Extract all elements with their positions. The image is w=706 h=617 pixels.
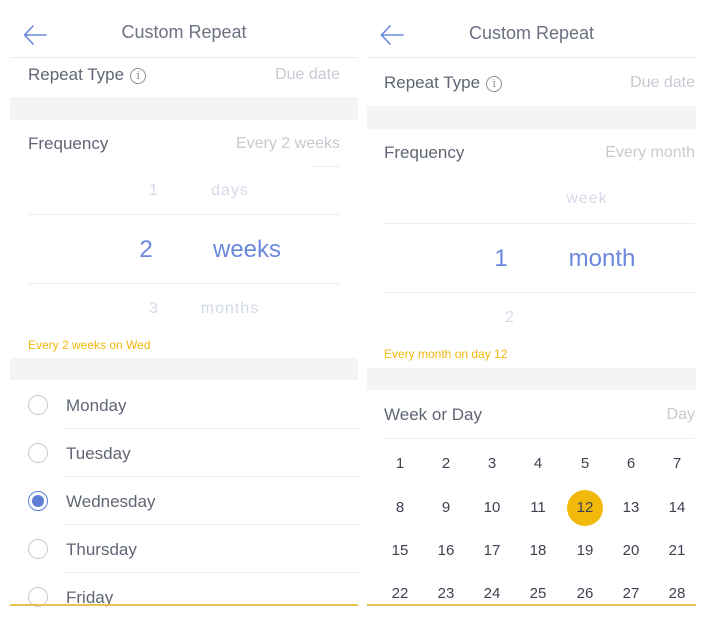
picker-unit-above[interactable]: week <box>527 190 647 208</box>
repeat-summary: Every month on day 12 <box>384 347 508 361</box>
calendar-day-selected[interactable]: 12 <box>567 490 603 526</box>
picker-unit-selected[interactable]: month <box>542 245 662 273</box>
calendar-day[interactable]: 19 <box>567 533 603 569</box>
repeat-summary: Every 2 weeks on Wed <box>28 338 151 352</box>
picker-number-below[interactable]: 2 <box>480 309 540 327</box>
calendar-day[interactable]: 9 <box>428 490 464 526</box>
calendar-day[interactable]: 1 <box>382 446 418 482</box>
weekday-label: Wednesday <box>66 492 156 511</box>
section-gap <box>367 106 696 129</box>
repeat-type-value: Due date <box>630 74 695 91</box>
monthly-repeat-panel: Custom Repeat Repeat Type i Due date Freq… <box>367 0 696 607</box>
picker-selection-bottom-line <box>384 292 695 293</box>
frequency-label: Frequency <box>384 143 465 162</box>
calendar-day[interactable]: 21 <box>659 533 695 569</box>
picker-number-selected[interactable]: 1 <box>471 245 531 273</box>
calendar-day[interactable]: 15 <box>382 533 418 569</box>
repeat-type-value: Due date <box>275 66 340 83</box>
calendar-day[interactable]: 3 <box>474 446 510 482</box>
calendar-day[interactable]: 18 <box>520 533 556 569</box>
picker-number-selected[interactable]: 2 <box>116 236 176 264</box>
repeat-type-row[interactable]: Repeat Type i Due date <box>367 58 696 106</box>
picker-unit-below[interactable]: months <box>170 300 290 318</box>
repeat-type-label-wrap: Repeat Type i <box>28 65 147 85</box>
section-gap <box>367 368 696 390</box>
weekday-option-thursday[interactable]: Thursday <box>10 525 358 573</box>
calendar-day[interactable]: 10 <box>474 490 510 526</box>
calendar-day[interactable]: 23 <box>428 576 464 607</box>
frequency-row[interactable]: Frequency Every month <box>367 129 696 175</box>
calendar-day[interactable]: 13 <box>613 490 649 526</box>
calendar-day[interactable]: 11 <box>520 490 556 526</box>
info-icon[interactable]: i <box>486 76 503 92</box>
calendar-day[interactable]: 28 <box>659 576 695 607</box>
calendar-day[interactable]: 6 <box>613 446 649 482</box>
week-or-day-label: Week or Day <box>384 405 482 424</box>
frequency-value: Every month <box>605 144 695 161</box>
calendar-day[interactable]: 8 <box>382 490 418 526</box>
picker-unit-above[interactable]: days <box>170 182 290 200</box>
calendar-day[interactable]: 25 <box>520 576 556 607</box>
calendar-day[interactable]: 22 <box>382 576 418 607</box>
radio-unchecked[interactable] <box>28 443 48 463</box>
radio-checked[interactable] <box>28 491 48 511</box>
weekday-option-tuesday[interactable]: Tuesday <box>10 429 358 477</box>
weekday-option-monday[interactable]: Monday <box>10 381 358 429</box>
radio-unchecked[interactable] <box>28 395 48 415</box>
calendar-day[interactable]: 5 <box>567 446 603 482</box>
divider <box>310 166 340 167</box>
section-gap <box>10 358 358 380</box>
weekday-label: Thursday <box>66 540 137 559</box>
page-title: Custom Repeat <box>468 23 595 43</box>
page-title: Custom Repeat <box>121 22 247 42</box>
calendar-day[interactable]: 17 <box>474 533 510 569</box>
weekday-option-friday[interactable]: Friday <box>10 573 358 607</box>
calendar-day[interactable]: 20 <box>613 533 649 569</box>
calendar-day[interactable]: 14 <box>659 490 695 526</box>
repeat-type-row[interactable]: Repeat Type i Due date <box>10 58 358 98</box>
divider <box>384 438 695 439</box>
frequency-value: Every 2 weeks <box>235 135 340 152</box>
header: Custom Repeat <box>367 0 696 58</box>
week-or-day-row[interactable]: Week or Day Day <box>367 390 696 438</box>
header: Custom Repeat <box>10 0 358 58</box>
repeat-type-label-wrap: Repeat Type i <box>384 73 503 93</box>
picker-selection-bottom-line <box>28 283 340 284</box>
frequency-row[interactable]: Frequency Every 2 weeks <box>10 120 358 166</box>
weekday-label: Monday <box>66 396 127 415</box>
picker-selection-top-line <box>384 223 695 224</box>
calendar-day[interactable]: 27 <box>613 576 649 607</box>
info-icon[interactable]: i <box>130 68 147 84</box>
calendar-day[interactable]: 4 <box>520 446 556 482</box>
calendar-day[interactable]: 2 <box>428 446 464 482</box>
bottom-border <box>367 604 696 606</box>
bottom-border <box>10 604 358 606</box>
calendar-day[interactable]: 16 <box>428 533 464 569</box>
weekday-option-wednesday[interactable]: Wednesday <box>10 477 358 525</box>
frequency-label: Frequency <box>28 134 109 153</box>
calendar-day[interactable]: 7 <box>659 446 695 482</box>
picker-unit-selected[interactable]: weeks <box>187 236 307 264</box>
picker-selection-top-line <box>28 214 340 215</box>
calendar-day[interactable]: 24 <box>474 576 510 607</box>
repeat-type-label: Repeat Type <box>384 73 481 92</box>
section-gap <box>10 97 358 120</box>
repeat-type-label: Repeat Type <box>28 65 125 84</box>
week-or-day-value: Day <box>666 406 695 423</box>
calendar-day[interactable]: 26 <box>567 576 603 607</box>
weekday-label: Tuesday <box>66 444 131 463</box>
radio-unchecked[interactable] <box>28 539 48 559</box>
weekly-repeat-panel: Custom Repeat Repeat Type i Due date Freq… <box>10 0 358 607</box>
